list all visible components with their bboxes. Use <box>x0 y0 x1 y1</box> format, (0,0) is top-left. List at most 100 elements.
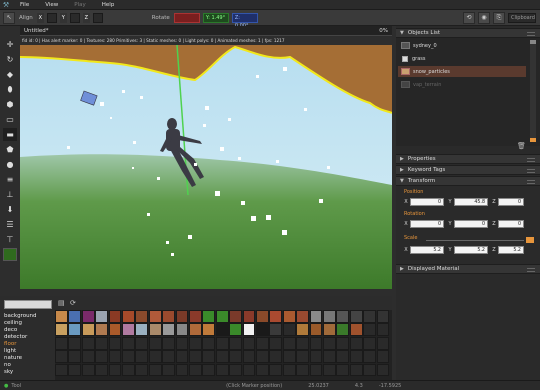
texture-thumbnail[interactable] <box>256 323 269 337</box>
list-item[interactable]: sydney_0 <box>398 40 526 51</box>
texture-thumbnail[interactable] <box>323 323 336 337</box>
texture-thumbnail[interactable] <box>122 310 135 323</box>
texture-thumbnail[interactable] <box>175 350 189 364</box>
texture-thumbnail[interactable] <box>108 336 122 350</box>
texture-thumbnail[interactable] <box>68 350 82 364</box>
texture-thumbnail[interactable] <box>55 323 68 337</box>
box-tool-icon[interactable]: ▬ <box>3 128 17 141</box>
camera-icon[interactable]: ◉ <box>478 11 490 24</box>
texture-thumbnail[interactable] <box>309 336 323 350</box>
face-tool-icon[interactable]: ▭ <box>3 113 17 126</box>
texture-thumbnail[interactable] <box>282 350 296 364</box>
texture-thumbnail[interactable] <box>349 336 363 350</box>
keyword-tags-header[interactable]: ▶ Keyword Tags <box>396 165 540 175</box>
texture-thumbnail[interactable] <box>242 336 256 350</box>
texture-thumbnail[interactable] <box>256 310 269 323</box>
texture-thumbnail[interactable] <box>376 336 390 350</box>
align-y-field[interactable] <box>69 12 80 23</box>
align-z-axis[interactable]: Z <box>82 12 90 23</box>
texture-thumbnail[interactable] <box>162 336 176 350</box>
texture-thumbnail[interactable] <box>363 363 377 377</box>
category-item[interactable]: background <box>4 313 37 319</box>
texture-thumbnail[interactable] <box>135 336 149 350</box>
position-x-field[interactable]: 0 <box>410 198 444 206</box>
texture-thumbnail[interactable] <box>135 363 149 377</box>
menu-view[interactable]: View <box>37 2 66 8</box>
texture-thumbnail[interactable] <box>363 310 377 323</box>
texture-thumbnail[interactable] <box>81 336 95 350</box>
panel-grip-icon[interactable] <box>527 180 535 184</box>
texture-thumbnail[interactable] <box>309 323 323 337</box>
category-item[interactable]: detector <box>4 334 27 340</box>
texture-thumbnail[interactable] <box>323 363 336 377</box>
texture-thumbnail[interactable] <box>215 310 229 323</box>
displayed-material-header[interactable]: ▶ Displayed Material <box>396 264 540 274</box>
texture-thumbnail[interactable] <box>202 323 216 337</box>
scale-x-field[interactable]: 5.2 <box>410 246 444 254</box>
texture-thumbnail[interactable] <box>175 310 189 323</box>
category-item[interactable]: ceiling <box>4 320 22 326</box>
texture-thumbnail[interactable] <box>269 363 283 377</box>
scale-z-field[interactable]: 5.2 <box>498 246 524 254</box>
crane-tool-icon[interactable]: ⊤ <box>3 233 17 246</box>
align-z-field[interactable] <box>92 12 103 23</box>
texture-thumbnail[interactable] <box>323 336 336 350</box>
texture-thumbnail[interactable] <box>189 310 202 323</box>
texture-thumbnail[interactable] <box>336 323 350 337</box>
texture-thumbnail[interactable] <box>296 310 310 323</box>
texture-thumbnail[interactable] <box>122 323 135 337</box>
texture-thumbnail[interactable] <box>175 363 189 377</box>
texture-thumbnail[interactable] <box>309 310 323 323</box>
down-arrow-icon[interactable]: ⬇ <box>3 203 17 216</box>
panel-grip-icon[interactable] <box>527 158 535 162</box>
texture-thumbnail[interactable] <box>68 310 82 323</box>
viewport-tab[interactable]: Untitled* <box>24 28 49 34</box>
texture-thumbnail[interactable] <box>108 350 122 364</box>
texture-thumbnail[interactable] <box>135 323 149 337</box>
texture-thumbnail[interactable] <box>81 323 95 337</box>
texture-thumbnail[interactable] <box>162 310 176 323</box>
brush-tool-icon[interactable]: ⬟ <box>3 143 17 156</box>
list-item[interactable]: grass <box>398 53 526 64</box>
texture-thumbnail[interactable] <box>202 310 216 323</box>
trash-icon[interactable]: 🗑 <box>517 142 526 150</box>
list-item[interactable]: vap_terrain <box>398 79 526 90</box>
texture-thumbnail[interactable] <box>215 350 229 364</box>
category-item[interactable]: deco <box>4 327 17 333</box>
align-x-axis[interactable]: X <box>36 12 44 23</box>
material-search-input[interactable] <box>4 300 52 309</box>
scene-viewport[interactable] <box>20 45 392 289</box>
texture-thumbnail[interactable] <box>108 363 122 377</box>
texture-thumbnail[interactable] <box>349 310 363 323</box>
texture-thumbnail[interactable] <box>189 363 202 377</box>
texture-thumbnail[interactable] <box>135 310 149 323</box>
texture-thumbnail[interactable] <box>95 363 109 377</box>
paint-tool-icon[interactable]: ⬮ <box>3 83 17 96</box>
rotate-x-field[interactable] <box>173 12 200 23</box>
texture-thumbnail[interactable] <box>108 323 122 337</box>
scale-y-field[interactable]: 5.2 <box>454 246 488 254</box>
texture-thumbnail[interactable] <box>189 336 202 350</box>
texture-thumbnail[interactable] <box>229 336 243 350</box>
texture-thumbnail[interactable] <box>336 310 350 323</box>
scale-lock-icon[interactable] <box>526 237 534 243</box>
texture-thumbnail[interactable] <box>95 310 109 323</box>
texture-thumbnail[interactable] <box>229 323 243 337</box>
texture-thumbnail[interactable] <box>242 323 256 337</box>
texture-thumbnail[interactable] <box>202 350 216 364</box>
texture-thumbnail[interactable] <box>55 310 68 323</box>
move-tool-icon[interactable]: ✛ <box>3 38 17 51</box>
texture-thumbnail[interactable] <box>81 310 95 323</box>
texture-thumbnail[interactable] <box>309 363 323 377</box>
category-item[interactable]: light <box>4 348 16 354</box>
texture-thumbnail[interactable] <box>229 310 243 323</box>
category-item[interactable]: sky <box>4 369 13 375</box>
texture-thumbnail[interactable] <box>95 323 109 337</box>
texture-thumbnail[interactable] <box>256 363 269 377</box>
rotate-y-field[interactable]: Y: 1.49° <box>202 12 229 23</box>
texture-thumbnail[interactable] <box>242 350 256 364</box>
texture-thumbnail[interactable] <box>282 323 296 337</box>
texture-thumbnail[interactable] <box>148 336 162 350</box>
texture-thumbnail[interactable] <box>256 350 269 364</box>
texture-thumbnail[interactable] <box>55 363 68 377</box>
